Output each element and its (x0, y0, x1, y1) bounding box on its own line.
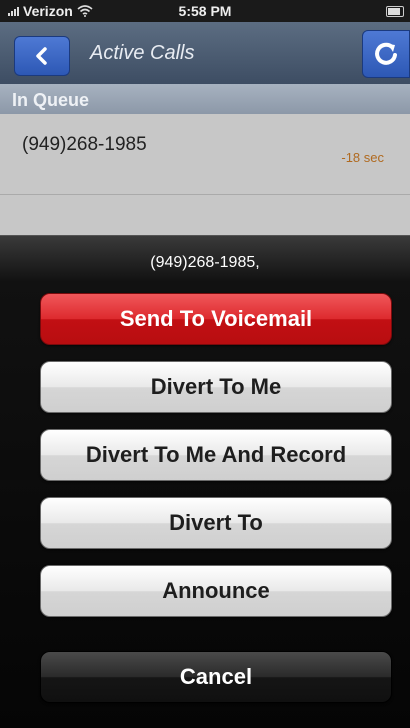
cancel-button[interactable]: Cancel (40, 651, 392, 703)
divert-to-me-button[interactable]: Divert To Me (40, 361, 392, 413)
navigation-bar: Active Calls (0, 22, 410, 85)
status-bar: Verizon 5:58 PM (0, 0, 410, 22)
divert-to-me-and-record-button[interactable]: Divert To Me And Record (40, 429, 392, 481)
battery-icon (386, 6, 404, 17)
caller-number: (949)268-1985 (22, 134, 147, 155)
status-time: 5:58 PM (178, 3, 232, 19)
chevron-left-icon (36, 47, 47, 65)
back-button[interactable] (14, 36, 70, 76)
refresh-icon (375, 42, 397, 65)
refresh-button[interactable] (362, 30, 410, 78)
wait-time: -18 sec (341, 150, 384, 165)
announce-button[interactable]: Announce (40, 565, 392, 617)
table-row[interactable]: (949)268-1985 -18 sec (0, 114, 410, 195)
section-header: In Queue (0, 84, 410, 114)
divert-to-button[interactable]: Divert To (40, 497, 392, 549)
page-title: Active Calls (90, 42, 195, 64)
action-sheet: (949)268-1985, Send To Voicemail Divert … (0, 235, 410, 728)
empty-row (0, 195, 410, 235)
action-sheet-title: (949)268-1985, (150, 254, 260, 271)
send-to-voicemail-button[interactable]: Send To Voicemail (40, 293, 392, 345)
section-label: In Queue (12, 90, 90, 110)
